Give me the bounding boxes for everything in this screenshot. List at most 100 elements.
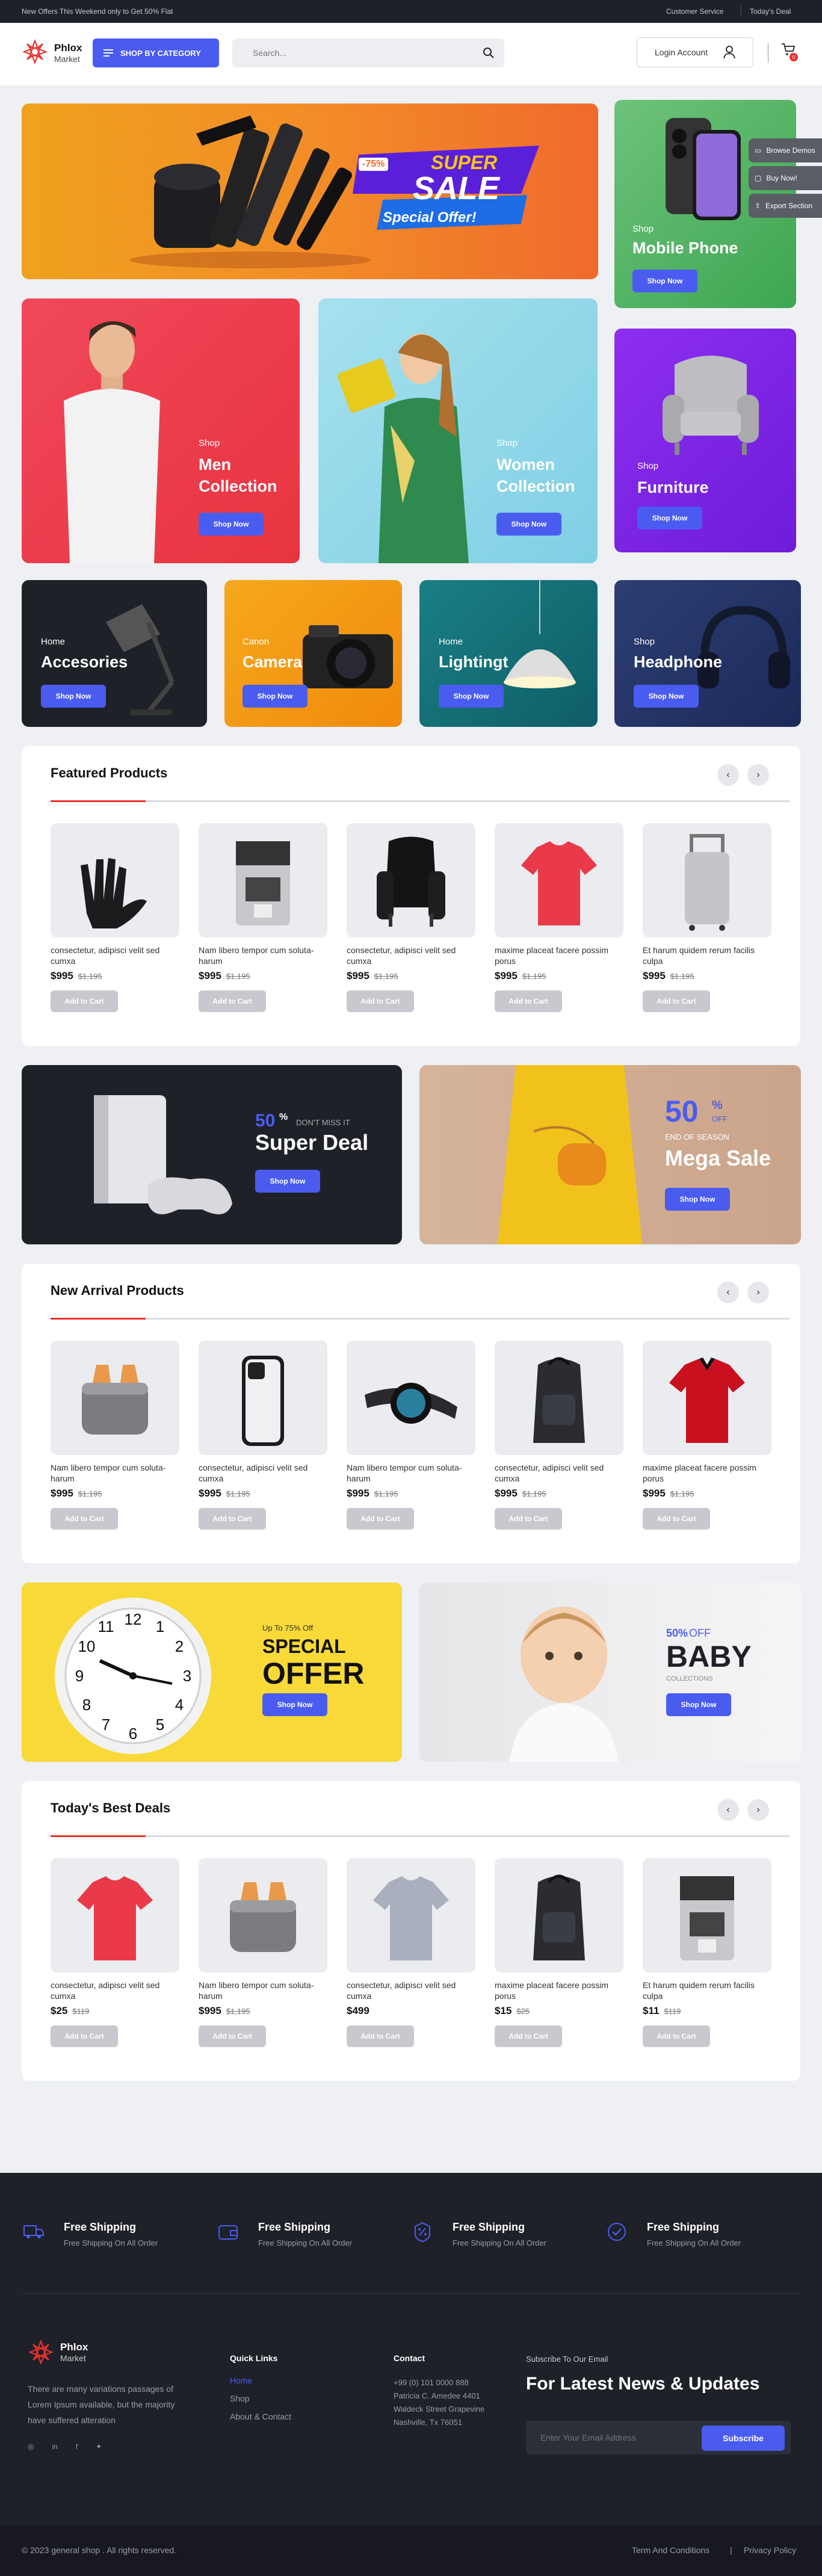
add-to-cart-button[interactable]: Add to Cart [51,2025,118,2047]
product-name[interactable]: Nam libero tempor cum soluta-harum [51,1462,179,1484]
add-to-cart-button[interactable]: Add to Cart [495,2025,562,2047]
product-image[interactable] [199,1858,327,1972]
facebook-icon[interactable]: f [76,2442,78,2451]
super-deal-banner[interactable]: 50 % DON'T MISS IT Super Deal Shop Now [22,1065,402,1244]
special-offer-banner[interactable]: 12 1 2 3 4567 8 9 10 11 Up To 75% Off SPECIAL … [22,1583,402,1762]
add-to-cart-button[interactable]: Add to Cart [347,1508,414,1530]
add-to-cart-button[interactable]: Add to Cart [199,1508,266,1530]
prev-arrow-button[interactable]: ‹ [717,1282,739,1303]
shop-now-button[interactable]: Shop Now [41,685,106,708]
add-to-cart-button[interactable]: Add to Cart [347,990,414,1012]
todays-deal-link[interactable]: Today's Deal [750,7,791,16]
product-image[interactable] [643,823,771,937]
shop-now-button[interactable]: Shop Now [632,270,697,292]
product-name[interactable]: consectetur, adipisci velit sed cumxa [495,1462,623,1484]
instagram-icon[interactable]: ◎ [28,2442,34,2451]
product-image[interactable] [643,1341,771,1455]
browse-demos-button[interactable]: ▭ Browse Demos [749,138,822,162]
product-card[interactable]: consectetur, adipisci velit sed cumxa $99… [347,823,475,1012]
product-name[interactable]: consectetur, adipisci velit sed cumxa [347,1980,475,2001]
add-to-cart-button[interactable]: Add to Cart [199,990,266,1012]
logo-icon[interactable] [28,2339,54,2365]
product-name[interactable]: Et harum quidem rerum facilis culpa [643,945,771,966]
add-to-cart-button[interactable]: Add to Cart [199,2025,266,2047]
next-arrow-button[interactable]: › [747,1799,769,1821]
product-card[interactable]: Et harum quidem rerum facilis culpa $995 $… [643,823,771,1012]
product-card[interactable]: Nam libero tempor cum soluta-harum $995 $1… [347,1341,475,1530]
product-image[interactable] [347,1858,475,1972]
women-collection-banner[interactable]: Shop Women Collection Shop Now [318,298,598,563]
product-image[interactable] [347,1341,475,1455]
product-image[interactable] [643,1858,771,1972]
product-name[interactable]: consectetur, adipisci velit sed cumxa [347,945,475,966]
product-card[interactable]: Et harum quidem rerum facilis culpa $11 $1… [643,1858,771,2047]
product-card[interactable]: consectetur, adipisci velit sed cumxa $99… [199,1341,327,1530]
lighting-banner[interactable]: Home Lightingt Shop Now [419,580,598,727]
product-image[interactable] [495,1341,623,1455]
quick-link-about[interactable]: About & Contact [230,2408,291,2426]
add-to-cart-button[interactable]: Add to Cart [643,990,710,1012]
subscribe-button[interactable]: Subscribe [702,2426,785,2451]
product-image[interactable] [51,1341,179,1455]
shop-now-button[interactable]: Shop Now [496,513,561,536]
product-name[interactable]: consectetur, adipisci velit sed cumxa [51,1980,179,2001]
product-name[interactable]: Nam libero tempor cum soluta-harum [199,945,327,966]
shop-now-button[interactable]: Shop Now [634,685,699,708]
customer-service-link[interactable]: Customer Service [666,7,723,16]
shop-now-button[interactable]: Shop Now [255,1170,320,1193]
men-collection-banner[interactable]: Shop Men Collection Shop Now [22,298,300,563]
hero-sale-banner[interactable]: -75% SUPER SALE Special Offer! [22,103,598,279]
contact-phone[interactable]: +99 (0) 101 0000 888 [394,2376,484,2389]
product-name[interactable]: Et harum quidem rerum facilis culpa [643,1980,771,2001]
add-to-cart-button[interactable]: Add to Cart [51,1508,118,1530]
product-card[interactable]: Nam libero tempor cum soluta-harum $995 $1… [199,1858,327,2047]
product-image[interactable] [199,1341,327,1455]
search-input[interactable] [232,39,473,67]
twitter-icon[interactable]: ✦ [96,2442,102,2451]
cart-button[interactable]: 0 [781,42,798,61]
camera-banner[interactable]: Canon Camera Shop Now [224,580,402,727]
next-arrow-button[interactable]: › [747,1282,769,1303]
add-to-cart-button[interactable]: Add to Cart [51,990,118,1012]
prev-arrow-button[interactable]: ‹ [717,764,739,786]
product-name[interactable]: Nam libero tempor cum soluta-harum [347,1462,475,1484]
product-image[interactable] [51,823,179,937]
product-name[interactable]: maxime placeat facere possim porus [495,945,623,966]
shop-now-button[interactable]: Shop Now [439,685,504,708]
shop-now-button[interactable]: Shop Now [666,1693,731,1716]
shop-now-button[interactable]: Shop Now [665,1188,730,1211]
privacy-link[interactable]: Privacy Policy [744,2545,796,2555]
baby-collection-banner[interactable]: 50% OFF BABY COLLECTIONS Shop Now [419,1583,801,1762]
login-account-button[interactable]: Login Account [637,37,753,67]
email-input[interactable] [526,2421,700,2454]
product-name[interactable]: consectetur, adipisci velit sed cumxa [51,945,179,966]
next-arrow-button[interactable]: › [747,764,769,786]
prev-arrow-button[interactable]: ‹ [717,1799,739,1821]
export-section-button[interactable]: ⇪ Export Section [749,194,822,218]
product-image[interactable] [51,1858,179,1972]
product-image[interactable] [199,823,327,937]
quick-link-home[interactable]: Home [230,2371,291,2389]
product-card[interactable]: maxime placeat facere possim porus $995 $1… [495,823,623,1012]
shop-now-button[interactable]: Shop Now [243,685,307,708]
terms-link[interactable]: Term And Conditions [632,2545,709,2555]
logo-icon[interactable] [22,39,48,65]
product-card[interactable]: Nam libero tempor cum soluta-harum $995 $1… [199,823,327,1012]
add-to-cart-button[interactable]: Add to Cart [495,990,562,1012]
product-name[interactable]: Nam libero tempor cum soluta-harum [199,1980,327,2001]
add-to-cart-button[interactable]: Add to Cart [347,2025,414,2047]
product-card[interactable]: consectetur, adipisci velit sed cumxa $99… [51,823,179,1012]
product-card[interactable]: consectetur, adipisci velit sed cumxa $25… [51,1858,179,2047]
headphone-banner[interactable]: Shop Headphone Shop Now [614,580,801,727]
product-name[interactable]: maxime placeat facere possim porus [495,1980,623,2001]
search-icon[interactable] [483,47,495,59]
product-card[interactable]: consectetur, adipisci velit sed cumxa $99… [495,1341,623,1530]
shop-now-button[interactable]: Shop Now [262,1693,327,1716]
product-image[interactable] [347,823,475,937]
buy-now-button[interactable]: ▢ Buy Now! [749,166,822,190]
add-to-cart-button[interactable]: Add to Cart [643,2025,710,2047]
shop-by-category-button[interactable]: SHOP BY CATEGORY [93,39,219,67]
quick-link-shop[interactable]: Shop [230,2389,291,2408]
linkedin-icon[interactable]: in [52,2442,57,2451]
shop-now-button[interactable]: Shop Now [199,513,264,536]
